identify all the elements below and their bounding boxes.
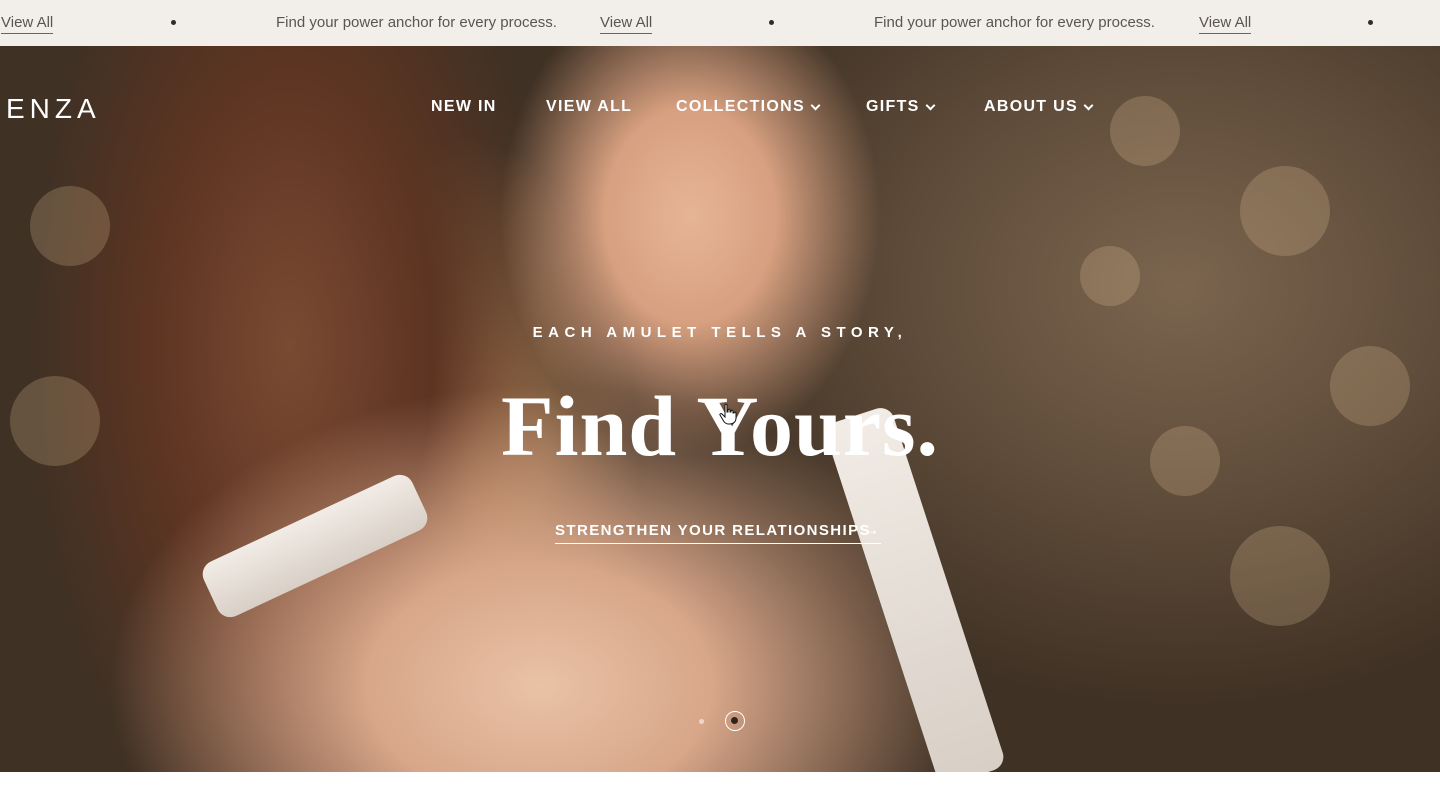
slide-dot-2-active[interactable] (725, 711, 745, 731)
nav-about-us-label: ABOUT US (984, 98, 1078, 115)
hero-headline: Find Yours. (501, 378, 939, 474)
nav-view-all[interactable]: VIEW ALL (546, 98, 632, 116)
announcement-marquee: View All Find your power anchor for ever… (0, 0, 1440, 46)
announcement-message: Find your power anchor for every process… (276, 14, 557, 31)
bokeh-light (1230, 526, 1330, 626)
bokeh-light (30, 186, 110, 266)
cta-label: STRENGTHEN YOUR RELATIONSHIPS (555, 522, 871, 539)
dress-strap (198, 470, 432, 622)
separator-dot (1368, 20, 1373, 25)
announcement-view-all-link[interactable]: View All (1, 14, 54, 34)
slide-dot-1[interactable] (699, 719, 704, 724)
nav-gifts[interactable]: GIFTS (866, 98, 936, 116)
chevron-down-icon (925, 100, 936, 110)
nav-new-in[interactable]: NEW IN (431, 98, 497, 116)
nav-view-all-label: VIEW ALL (546, 98, 633, 115)
main-navigation: NEW IN VIEW ALL COLLECTIONS GIFTS ABOUT … (0, 98, 1440, 122)
nav-collections[interactable]: COLLECTIONS (676, 98, 821, 116)
bokeh-light (1080, 246, 1140, 306)
nav-about-us[interactable]: ABOUT US (984, 98, 1094, 116)
separator-dot (171, 20, 176, 25)
announcement-bar: View All Find your power anchor for ever… (0, 0, 1440, 46)
announcement-view-all-link[interactable]: View All (600, 14, 653, 34)
slider-pagination (0, 710, 1440, 732)
chevron-down-icon (810, 100, 821, 110)
strengthen-relationships-button[interactable]: STRENGTHEN YOUR RELATIONSHIPS → (555, 520, 881, 544)
bokeh-light (1240, 166, 1330, 256)
nav-collections-label: COLLECTIONS (676, 98, 805, 115)
announcement-message: Find your power anchor for every process… (874, 14, 1155, 31)
nav-new-in-label: NEW IN (431, 98, 497, 115)
separator-dot (769, 20, 774, 25)
hero-eyebrow: EACH AMULET TELLS A STORY, (532, 324, 908, 341)
hero-banner: ENZA NEW IN VIEW ALL COLLECTIONS GIFTS A… (0, 46, 1440, 772)
nav-gifts-label: GIFTS (866, 98, 920, 115)
hand-pointer-cursor-icon (719, 403, 737, 425)
chevron-down-icon (1083, 100, 1094, 110)
active-dot-indicator (731, 717, 738, 724)
arrow-right-icon: → (862, 520, 881, 539)
announcement-view-all-link[interactable]: View All (1199, 14, 1252, 34)
